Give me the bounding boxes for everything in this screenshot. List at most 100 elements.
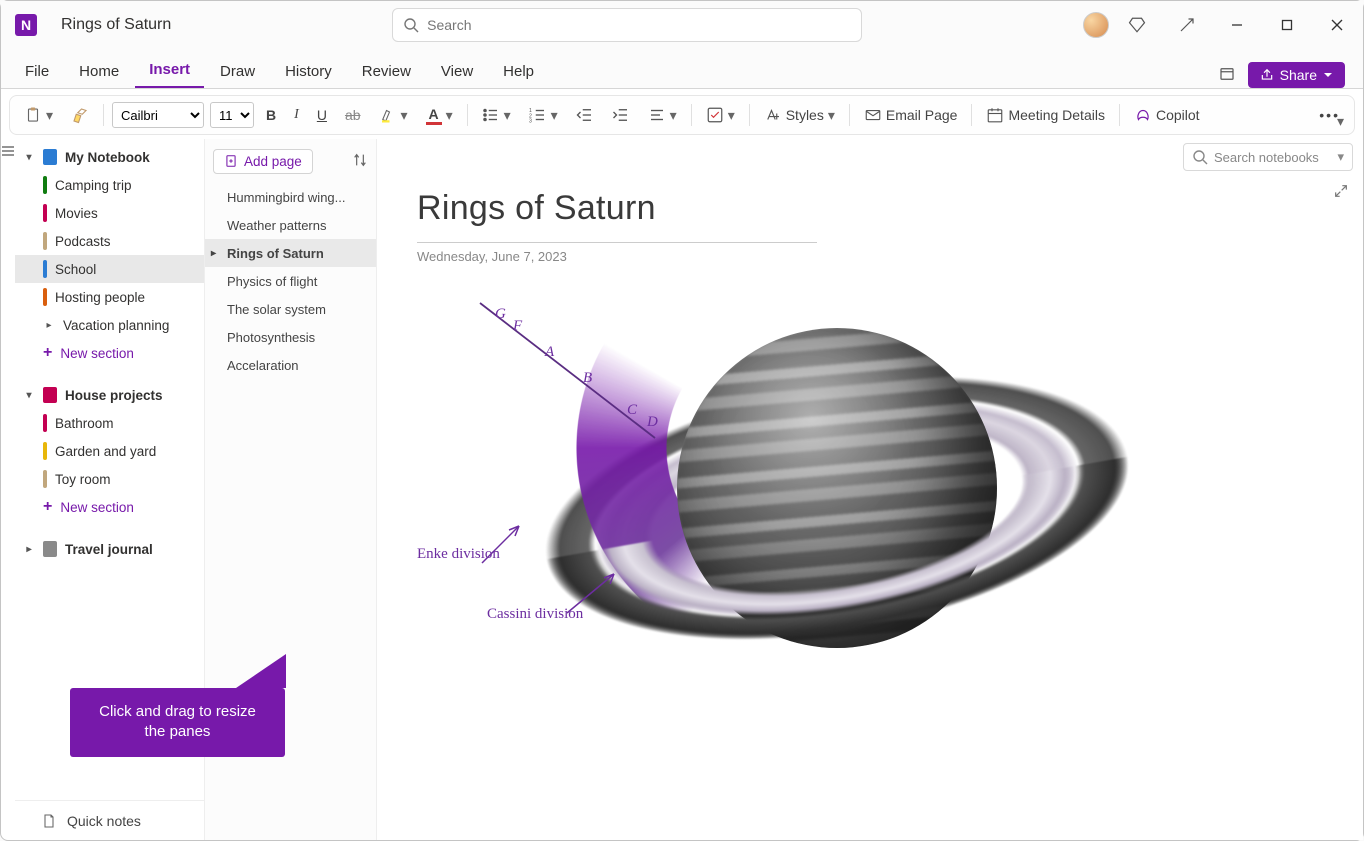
new-section-button[interactable]: +New section — [15, 493, 204, 521]
meeting-details-button[interactable]: Meeting Details — [980, 100, 1111, 130]
window-minimize[interactable] — [1215, 5, 1259, 45]
email-page-button[interactable]: Email Page — [858, 100, 964, 130]
align-button[interactable]: ▾ — [642, 100, 683, 130]
bold-button[interactable]: B — [260, 100, 282, 130]
chevron-down-icon: ▾ — [23, 390, 35, 401]
section-movies[interactable]: Movies — [15, 199, 204, 227]
window-close[interactable] — [1315, 5, 1359, 45]
coming-soon-icon[interactable] — [1165, 5, 1209, 45]
page-item-label: Rings of Saturn — [227, 246, 324, 261]
tab-help[interactable]: Help — [489, 55, 548, 88]
page-item[interactable]: Physics of flight — [205, 267, 376, 295]
tab-review[interactable]: Review — [348, 55, 425, 88]
section-podcasts[interactable]: Podcasts — [15, 227, 204, 255]
notebook-icon — [43, 541, 57, 557]
tab-file[interactable]: File — [11, 55, 63, 88]
section-toy-room[interactable]: Toy room — [15, 465, 204, 493]
italic-button[interactable]: I — [288, 100, 305, 130]
section-camping-trip[interactable]: Camping trip — [15, 171, 204, 199]
notebook-travel-journal[interactable]: ▸ Travel journal — [15, 535, 204, 563]
paste-button[interactable]: ▾ — [18, 100, 59, 130]
notebook-label: Travel journal — [65, 542, 153, 557]
page-icon — [41, 813, 57, 829]
font-color-button[interactable]: A▾ — [420, 100, 459, 130]
page-item[interactable]: Weather patterns — [205, 211, 376, 239]
notebook-house-projects[interactable]: ▾ House projects — [15, 381, 204, 409]
chevron-down-icon: ▾ — [23, 152, 35, 163]
new-section-button[interactable]: +New section — [15, 339, 204, 367]
add-page-icon — [224, 154, 238, 168]
section-label: Toy room — [55, 472, 111, 487]
notebook-icon — [43, 387, 57, 403]
saturn-rings-front — [456, 298, 1217, 718]
fullscreen-read-icon[interactable] — [1218, 65, 1236, 86]
add-page-label: Add page — [244, 154, 302, 169]
font-select[interactable]: Cailbri — [112, 102, 204, 128]
format-painter-button[interactable] — [65, 100, 95, 130]
ring-label-c: C — [627, 402, 637, 419]
font-size-select[interactable]: 11 — [210, 102, 254, 128]
nav-toggle[interactable] — [1, 139, 15, 840]
document-title: Rings of Saturn — [61, 16, 171, 34]
ring-label-g: G — [495, 306, 506, 323]
notebook-label: House projects — [65, 388, 163, 403]
strikethrough-button[interactable]: ab — [339, 100, 367, 130]
section-swatch — [43, 232, 47, 250]
app-icon — [15, 14, 37, 36]
page-item[interactable]: The solar system — [205, 295, 376, 323]
tab-insert[interactable]: Insert — [135, 53, 204, 88]
todo-tag-button[interactable]: ▾ — [700, 100, 741, 130]
tab-draw[interactable]: Draw — [206, 55, 269, 88]
window-maximize[interactable] — [1265, 5, 1309, 45]
section-swatch — [43, 470, 47, 488]
bullets-button[interactable]: ▾ — [476, 100, 517, 130]
section-garden[interactable]: Garden and yard — [15, 437, 204, 465]
page-item-label: The solar system — [227, 302, 326, 317]
tab-view[interactable]: View — [427, 55, 487, 88]
highlight-button[interactable]: ▾ — [373, 100, 414, 130]
copilot-button[interactable]: Copilot — [1128, 100, 1206, 130]
quick-notes-button[interactable]: Quick notes — [15, 800, 204, 840]
quick-notes-label: Quick notes — [67, 813, 141, 829]
page-canvas[interactable]: Search notebooks ▾ Rings of Saturn Wedne… — [377, 139, 1363, 840]
search-box[interactable]: Search — [392, 8, 862, 42]
premium-icon[interactable] — [1115, 5, 1159, 45]
notebook-my-notebook[interactable]: ▾ My Notebook — [15, 143, 204, 171]
add-page-button[interactable]: Add page — [213, 149, 313, 174]
page-item[interactable]: ▸Rings of Saturn — [205, 239, 376, 267]
page-item[interactable]: Accelaration — [205, 351, 376, 379]
section-label: Camping trip — [55, 178, 132, 193]
user-avatar[interactable] — [1083, 12, 1109, 38]
section-school[interactable]: School — [15, 255, 204, 283]
section-bathroom[interactable]: Bathroom — [15, 409, 204, 437]
chevron-right-icon: ▸ — [23, 544, 35, 555]
ribbon-expand-icon[interactable]: ▾ — [1331, 106, 1350, 136]
search-notebooks-box[interactable]: Search notebooks ▾ — [1183, 143, 1353, 171]
tab-history[interactable]: History — [271, 55, 346, 88]
section-label: Hosting people — [55, 290, 145, 305]
styles-button[interactable]: Styles▾ — [758, 100, 841, 130]
section-hosting-people[interactable]: Hosting people — [15, 283, 204, 311]
page-item[interactable]: Photosynthesis — [205, 323, 376, 351]
page-item[interactable]: Hummingbird wing... — [205, 183, 376, 211]
share-button[interactable]: Share — [1248, 62, 1345, 88]
page-title[interactable]: Rings of Saturn — [417, 189, 1323, 228]
section-label: Garden and yard — [55, 444, 156, 459]
page-item-label: Hummingbird wing... — [227, 190, 346, 205]
numbering-button[interactable]: 123▾ — [523, 100, 564, 130]
expand-page-icon[interactable] — [1333, 183, 1349, 202]
section-label: Bathroom — [55, 416, 114, 431]
page-item-label: Weather patterns — [227, 218, 326, 233]
outdent-button[interactable] — [570, 100, 600, 130]
section-group-vacation-planning[interactable]: ▸Vacation planning — [15, 311, 204, 339]
indent-button[interactable] — [606, 100, 636, 130]
section-swatch — [43, 204, 47, 222]
underline-button[interactable]: U — [311, 100, 333, 130]
share-label: Share — [1280, 67, 1317, 83]
chevron-down-icon: ▾ — [1337, 149, 1344, 165]
resize-panes-tooltip: Click and drag to resize the panes — [70, 688, 285, 757]
sort-pages-button[interactable] — [352, 152, 368, 171]
tab-home[interactable]: Home — [65, 55, 133, 88]
search-placeholder: Search — [427, 17, 471, 33]
ring-label-f: F — [513, 318, 522, 335]
